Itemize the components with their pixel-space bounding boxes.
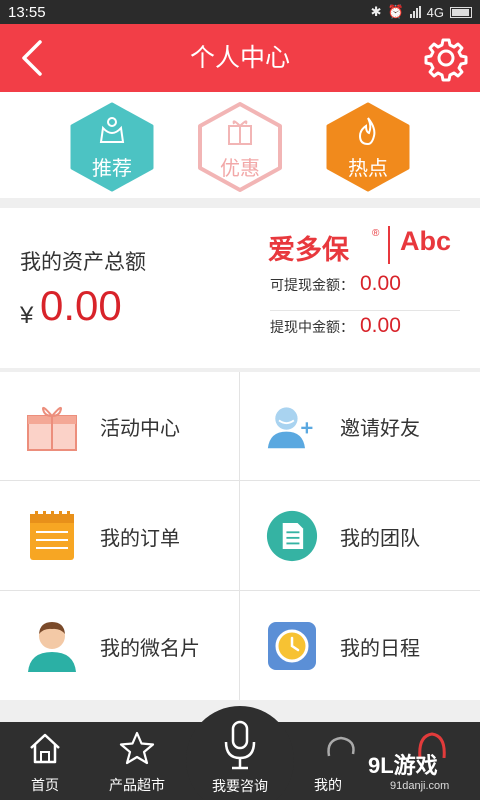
menu-item-label: 我的微名片 <box>100 638 200 660</box>
menu-item-label: 邀请好友 <box>340 418 420 440</box>
menu-item-activity-center[interactable]: 活动中心 <box>0 372 239 480</box>
menu-item-label: 活动中心 <box>100 418 180 440</box>
withdrawing-label: 提现中金额： <box>270 319 354 335</box>
withdrawable-value: 0.00 <box>360 272 401 295</box>
menu-item-label: 我的日程 <box>340 638 420 660</box>
shortcut-discount[interactable]: 优惠 <box>196 102 284 192</box>
asset-summary: 我的资产总额 ¥ 0.00 爱多保 ® Abc 可提现金额： 0.00 提现中金额… <box>0 208 480 368</box>
status-bar: 13:55 ✱ ⏰ 4G <box>0 0 480 24</box>
crown-icon <box>99 117 125 143</box>
microphone-icon <box>224 720 256 770</box>
network-type: 4G <box>426 4 444 20</box>
shortcut-label: 推荐 <box>92 158 132 180</box>
chat-icon <box>327 736 355 757</box>
home-icon <box>30 733 60 764</box>
shortcut-recommend[interactable]: 推荐 <box>68 102 156 192</box>
menu-item-invite-friends[interactable]: 邀请好友 <box>240 372 479 480</box>
withdrawing-row: 提现中金额： 0.00 <box>270 314 401 338</box>
asset-total-label: 我的资产总额 <box>20 251 146 274</box>
alarm-icon: ⏰ <box>387 4 404 19</box>
withdrawing-value: 0.00 <box>360 314 401 337</box>
brand-logo-mark: Abc <box>400 226 452 256</box>
gift-box-icon <box>27 406 77 451</box>
menu-item-my-team[interactable]: 我的团队 <box>240 482 479 590</box>
gift-icon <box>228 120 252 145</box>
flame-icon <box>358 117 376 146</box>
asset-total-amount: 0.00 <box>40 282 122 329</box>
shortcut-label: 优惠 <box>220 158 260 180</box>
shortcut-bar: 推荐 优惠 热点 <box>0 92 480 198</box>
brand-logo-text: 爱多保 <box>268 235 349 265</box>
brand-divider <box>388 226 390 264</box>
business-card-icon <box>28 622 76 672</box>
menu-item-label: 我的团队 <box>340 528 420 550</box>
shortcut-hot[interactable]: 热点 <box>324 102 412 192</box>
settings-button[interactable] <box>422 34 470 82</box>
withdrawable-row: 可提现金额： 0.00 <box>270 272 401 296</box>
registered-mark: ® <box>372 228 380 239</box>
tab-label: 产品超市 <box>109 777 165 793</box>
divider <box>270 310 460 311</box>
gear-icon <box>424 38 468 82</box>
menu-item-label: 我的订单 <box>100 528 180 550</box>
watermark-text: 9L游戏 <box>368 753 438 778</box>
clock-icon <box>268 622 316 670</box>
add-friend-icon <box>267 407 313 449</box>
watermark-url: 91danji.com <box>390 780 450 792</box>
tab-home[interactable]: 首页 <box>0 722 90 800</box>
tab-label: 首页 <box>31 777 59 793</box>
withdrawable-label: 可提现金额： <box>270 277 354 293</box>
team-document-icon <box>266 510 318 562</box>
signal-icon <box>409 6 421 18</box>
star-icon <box>119 731 155 765</box>
page-title: 个人中心 <box>189 44 290 72</box>
divider <box>0 480 480 481</box>
battery-icon <box>450 6 472 18</box>
tab-product-market[interactable]: 产品超市 <box>92 722 182 800</box>
order-list-icon <box>30 511 74 560</box>
menu-item-my-schedule[interactable]: 我的日程 <box>240 592 479 700</box>
menu-grid: 活动中心 邀请好友 我的订单 我的团队 我的微名片 我的日程 <box>0 372 480 700</box>
shortcut-label: 热点 <box>348 158 388 180</box>
status-time: 13:55 <box>8 3 46 21</box>
tab-label: 我要咨询 <box>212 778 268 794</box>
menu-item-my-orders[interactable]: 我的订单 <box>0 482 239 590</box>
bluetooth-icon: ✱ <box>370 4 382 19</box>
divider <box>0 590 480 591</box>
app-header: 个人中心 <box>0 24 480 92</box>
currency-symbol: ¥ <box>20 302 34 329</box>
menu-item-business-card[interactable]: 我的微名片 <box>0 592 239 700</box>
consult-voice-button[interactable]: 我要咨询 <box>186 706 294 800</box>
